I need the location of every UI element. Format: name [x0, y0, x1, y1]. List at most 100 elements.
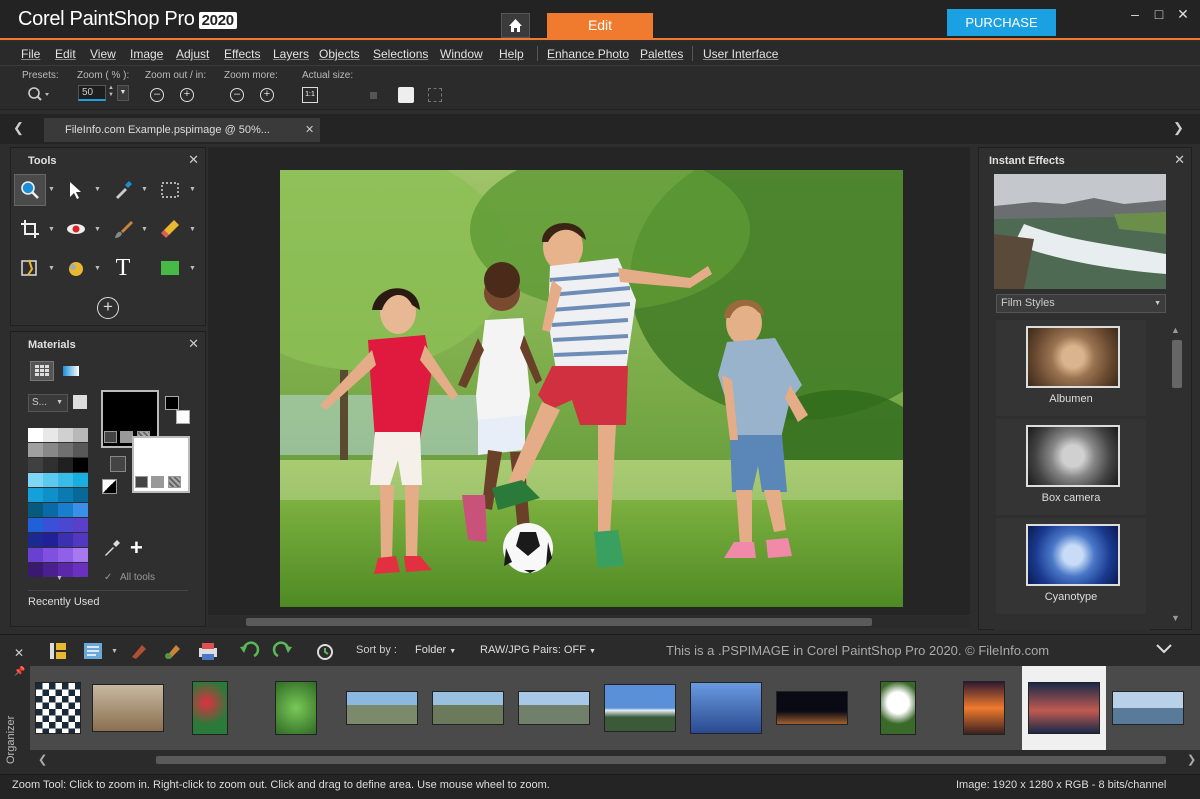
close-button[interactable]: ✕: [1172, 6, 1194, 26]
organizer-thumbnail[interactable]: [772, 666, 852, 750]
palette-swatch[interactable]: [58, 548, 73, 562]
style-select[interactable]: S... ▼: [28, 394, 68, 412]
strip-scroll-left-icon[interactable]: ❮: [38, 753, 47, 766]
menu-palettes[interactable]: Palettes: [640, 47, 683, 61]
edit-tab[interactable]: Edit: [547, 13, 653, 38]
palette-swatch[interactable]: [73, 488, 88, 502]
palette-swatch[interactable]: [73, 563, 88, 577]
palette-swatch[interactable]: [28, 503, 43, 517]
thumbnail-scrollbar-thumb[interactable]: [156, 756, 1166, 764]
organizer-thumbnail[interactable]: [32, 666, 84, 750]
pick-tool[interactable]: [60, 174, 92, 206]
info-panel-button[interactable]: [82, 640, 104, 662]
palette-swatch[interactable]: [43, 503, 58, 517]
menu-objects[interactable]: Objects: [319, 47, 360, 61]
collapse-organizer-button[interactable]: [1155, 642, 1173, 656]
palette-swatch[interactable]: [43, 548, 58, 562]
close-icon[interactable]: ✕: [188, 152, 199, 168]
tab-scroll-left-icon[interactable]: ❮: [13, 120, 24, 136]
palette-swatch[interactable]: [58, 443, 73, 457]
menu-effects[interactable]: Effects: [224, 47, 260, 61]
palette-swatch[interactable]: [43, 473, 58, 487]
organizer-thumbnail[interactable]: [686, 666, 766, 750]
zoom-in-button[interactable]: +: [180, 88, 194, 102]
dropdown-arrow-icon[interactable]: ▼: [141, 186, 148, 193]
palette-swatch[interactable]: [73, 548, 88, 562]
scroll-down-icon[interactable]: ▼: [1171, 613, 1180, 623]
palette-swatch[interactable]: [28, 533, 43, 547]
palette-swatch[interactable]: [28, 518, 43, 532]
rotate-right-button[interactable]: [272, 641, 294, 661]
menu-enhance-photo[interactable]: Enhance Photo: [547, 47, 629, 61]
close-icon[interactable]: ✕: [188, 336, 199, 352]
zoom-tool[interactable]: [14, 174, 46, 206]
palette-swatch[interactable]: [73, 428, 88, 442]
eyedropper-button[interactable]: [103, 539, 121, 560]
dropdown-arrow-icon[interactable]: ▼: [48, 226, 55, 233]
dropdown-arrow-icon[interactable]: ▼: [189, 265, 196, 272]
palette-swatch[interactable]: [28, 488, 43, 502]
add-tool-icon[interactable]: +: [97, 297, 119, 319]
dropdown-arrow-icon[interactable]: ▼: [94, 265, 101, 272]
organizer-thumbnail[interactable]: [88, 666, 168, 750]
maximize-button[interactable]: □: [1148, 6, 1170, 26]
menu-image[interactable]: Image: [130, 47, 163, 61]
fit-image-icon[interactable]: [428, 88, 442, 102]
organizer-thumbnail[interactable]: [600, 666, 680, 750]
swap-colors-icon[interactable]: [110, 456, 126, 472]
palette-swatch[interactable]: [58, 503, 73, 517]
palette-scroll-down-icon[interactable]: ▼: [56, 575, 63, 582]
actual-size-button[interactable]: 1:1: [302, 87, 318, 103]
red-eye-tool[interactable]: [60, 213, 92, 245]
effect-item-albumen[interactable]: Albumen: [996, 320, 1146, 416]
palette-swatch[interactable]: [73, 503, 88, 517]
menu-adjust[interactable]: Adjust: [176, 47, 209, 61]
organizer-thumbnail[interactable]: [428, 666, 508, 750]
dropdown-arrow-icon[interactable]: ▼: [94, 226, 101, 233]
palette-swatch[interactable]: [58, 458, 73, 472]
checkmark-icon[interactable]: ✓: [104, 572, 112, 583]
menu-window[interactable]: Window: [440, 47, 483, 61]
palette-swatch[interactable]: [43, 533, 58, 547]
scroll-up-icon[interactable]: ▲: [1171, 325, 1180, 335]
navigation-button[interactable]: [47, 640, 69, 662]
presets-dropdown[interactable]: [27, 86, 51, 107]
text-tool[interactable]: T: [107, 252, 139, 284]
color-palette[interactable]: [28, 428, 90, 578]
selection-tool[interactable]: [154, 174, 186, 206]
palette-swatch[interactable]: [43, 458, 58, 472]
menu-view[interactable]: View: [90, 47, 116, 61]
paint-brush-tool[interactable]: [107, 213, 139, 245]
minimize-button[interactable]: –: [1124, 6, 1146, 26]
organizer-thumbnail[interactable]: [342, 666, 422, 750]
effect-item-box-camera[interactable]: Box camera: [996, 419, 1146, 515]
zoom-dropdown-button[interactable]: ▼: [117, 85, 129, 101]
document-tab[interactable]: FileInfo.com Example.pspimage @ 50%...: [44, 118, 320, 142]
fit-window-icon[interactable]: [370, 92, 377, 99]
dropper-tool[interactable]: [107, 174, 139, 206]
gradient-tab[interactable]: [60, 362, 82, 380]
document-image[interactable]: [280, 170, 903, 607]
dropdown-arrow-icon[interactable]: ▼: [48, 186, 55, 193]
palette-swatch[interactable]: [58, 518, 73, 532]
close-icon[interactable]: ✕: [1174, 152, 1185, 168]
palette-swatch[interactable]: [28, 443, 43, 457]
organizer-thumbnail[interactable]: [170, 666, 250, 750]
dropdown-arrow-icon[interactable]: ▼: [111, 648, 118, 655]
effect-category-select[interactable]: Film Styles ▼: [996, 294, 1166, 313]
palette-swatch[interactable]: [43, 518, 58, 532]
swatches-tab[interactable]: [30, 361, 54, 381]
effect-item-cyanotype[interactable]: Cyanotype: [996, 518, 1146, 614]
palette-swatch[interactable]: [28, 458, 43, 472]
default-fg-swatch[interactable]: [165, 396, 179, 410]
default-bg-swatch[interactable]: [176, 410, 190, 424]
palette-swatch[interactable]: [58, 473, 73, 487]
menu-layers[interactable]: Layers: [273, 47, 309, 61]
background-style-buttons[interactable]: [135, 476, 183, 489]
organizer-thumbnail[interactable]: [1022, 666, 1106, 750]
organizer-thumbnail[interactable]: [944, 666, 1024, 750]
organizer-thumbnail[interactable]: [858, 666, 938, 750]
dropdown-arrow-icon[interactable]: ▼: [189, 226, 196, 233]
palette-swatch[interactable]: [73, 458, 88, 472]
organizer-thumbnail[interactable]: [514, 666, 594, 750]
